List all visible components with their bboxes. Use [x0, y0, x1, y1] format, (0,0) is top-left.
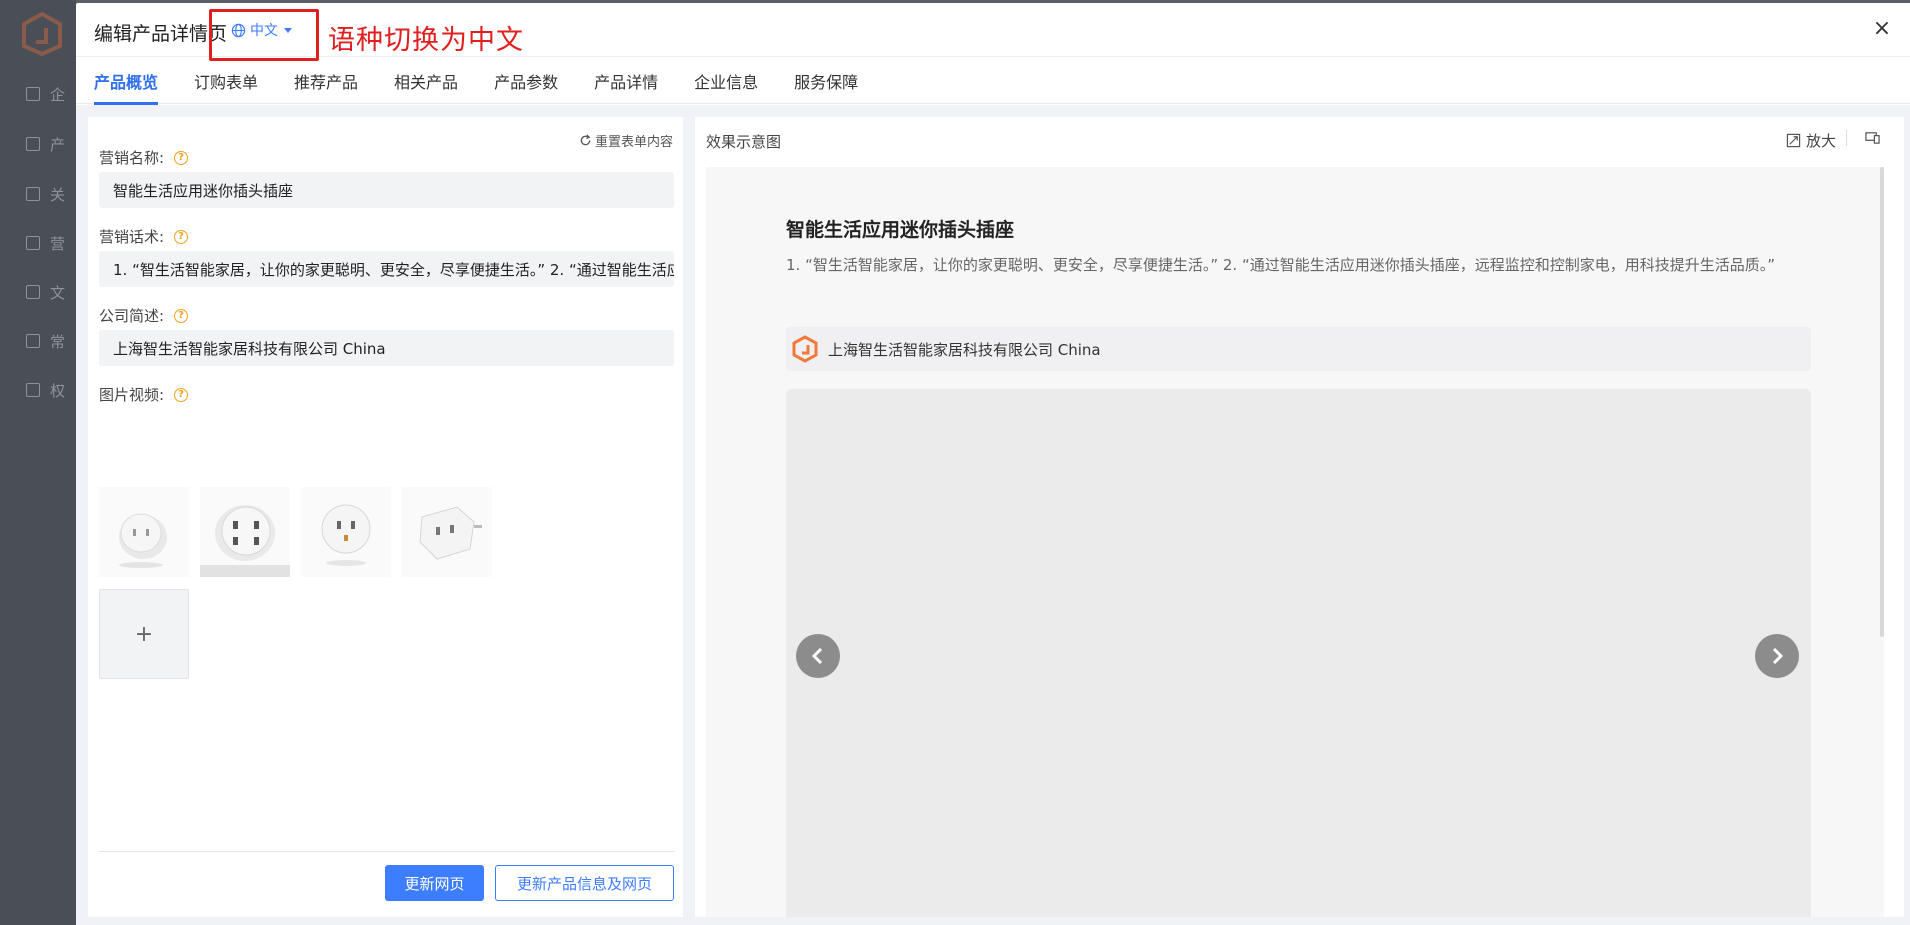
- product-image-thumbnail[interactable]: [301, 487, 391, 577]
- tab-product-details[interactable]: 产品详情: [576, 58, 676, 104]
- marketing-copy-input[interactable]: 1. “智生活智能家居，让你的家更聪明、更安全，尽享便捷生活。” 2. “通过智…: [99, 251, 674, 287]
- modal-title: 编辑产品详情页: [94, 23, 228, 45]
- preview-company-name: 上海智生活智能家居科技有限公司 China: [828, 340, 1101, 359]
- preview-panel: 效果示意图 放大 智能生活应用迷你插头插座 1. “智生活智能家居，让你的家更聪…: [695, 117, 1904, 917]
- divider: [1846, 130, 1847, 146]
- menu-icon: [26, 285, 40, 299]
- update-page-button[interactable]: 更新网页: [385, 865, 484, 901]
- scrollbar[interactable]: [1880, 167, 1884, 637]
- bg-menu-item: 企: [26, 84, 76, 104]
- company-logo-icon: [792, 335, 818, 363]
- bg-menu-item: 权: [26, 380, 76, 400]
- bg-menu-item: 产: [26, 134, 76, 154]
- plus-icon: +: [134, 621, 154, 647]
- gallery-prev-button[interactable]: [796, 634, 840, 678]
- divider: [99, 851, 674, 852]
- tab-order-form[interactable]: 订购表单: [176, 58, 276, 104]
- device-toggle-button[interactable]: [1865, 130, 1880, 149]
- menu-icon: [26, 383, 40, 397]
- annotation-highlight-box: [209, 9, 319, 61]
- plug-image-3: [321, 504, 371, 566]
- help-icon[interactable]: ?: [174, 150, 189, 165]
- preview-product-title: 智能生活应用迷你插头插座: [786, 219, 1015, 241]
- chevron-left-icon: [811, 647, 823, 665]
- plug-image-4: [419, 506, 482, 560]
- zoom-label: 放大: [1806, 132, 1837, 150]
- tab-product-overview[interactable]: 产品概览: [94, 58, 176, 105]
- marketing-copy-label: 营销话术: ?: [99, 226, 189, 247]
- bg-menu-item: 关: [26, 184, 76, 204]
- zoom-button[interactable]: 放大: [1786, 130, 1836, 151]
- tab-product-params[interactable]: 产品参数: [476, 58, 576, 104]
- bg-menu-item: 文: [26, 282, 76, 302]
- product-image-thumbnail[interactable]: [402, 487, 492, 577]
- modal-header: 编辑产品详情页 中文 语种切换为中文 ×: [76, 3, 1910, 61]
- menu-icon: [26, 334, 40, 348]
- menu-icon: [26, 137, 40, 151]
- menu-icon: [26, 187, 40, 201]
- update-product-and-page-button[interactable]: 更新产品信息及网页: [495, 865, 674, 901]
- company-summary-input[interactable]: 上海智生活智能家居科技有限公司 China: [99, 330, 674, 366]
- help-icon[interactable]: ?: [174, 229, 189, 244]
- help-icon[interactable]: ?: [174, 387, 189, 402]
- device-icon: [1865, 132, 1880, 144]
- tab-related-products[interactable]: 相关产品: [376, 58, 476, 104]
- tab-recommended-products[interactable]: 推荐产品: [276, 58, 376, 104]
- menu-icon: [26, 87, 40, 101]
- reset-form-button[interactable]: 重置表单内容: [579, 131, 673, 150]
- marketing-name-label: 营销名称: ?: [99, 147, 189, 168]
- plug-image-2: [200, 505, 290, 577]
- app-logo-icon: [22, 12, 62, 56]
- marketing-name-input[interactable]: 智能生活应用迷你插头插座: [99, 172, 674, 208]
- bg-menu-item: 常: [26, 331, 76, 351]
- gallery-next-button[interactable]: [1755, 634, 1799, 678]
- tab-bar: 产品概览 订购表单 推荐产品 相关产品 产品参数 产品详情 企业信息 服务保障: [76, 58, 1910, 105]
- plug-image-1: [119, 513, 167, 568]
- menu-icon: [26, 236, 40, 250]
- preview-image-gallery: [786, 389, 1811, 917]
- media-label: 图片视频: ?: [99, 384, 189, 405]
- preview-title: 效果示意图: [706, 133, 782, 151]
- chevron-right-icon: [1772, 647, 1784, 665]
- tab-service-guarantee[interactable]: 服务保障: [776, 58, 876, 104]
- expand-icon: [1786, 133, 1801, 148]
- company-summary-label: 公司简述: ?: [99, 305, 189, 326]
- background-sidebar: 企 产 关 营 文 常 权: [0, 0, 76, 925]
- preview-company-card: 上海智生活智能家居科技有限公司 China: [786, 327, 1811, 371]
- close-icon[interactable]: ×: [1872, 18, 1892, 40]
- modal-content: 重置表单内容 营销名称: ? 智能生活应用迷你插头插座 营销话术: ? 1. “…: [76, 105, 1910, 925]
- preview-product-description: 1. “智生活智能家居，让你的家更聪明、更安全，尽享便捷生活。” 2. “通过智…: [786, 256, 1776, 274]
- refresh-icon: [580, 134, 591, 146]
- annotation-text: 语种切换为中文: [328, 25, 524, 56]
- edit-product-modal: 编辑产品详情页 中文 语种切换为中文 × 产品概览 订购表单 推荐产品 相关产品…: [76, 3, 1910, 925]
- preview-canvas: 智能生活应用迷你插头插座 1. “智生活智能家居，让你的家更聪明、更安全，尽享便…: [706, 167, 1884, 917]
- product-image-thumbnail[interactable]: [200, 487, 290, 577]
- form-panel: 重置表单内容 营销名称: ? 智能生活应用迷你插头插座 营销话术: ? 1. “…: [88, 117, 683, 917]
- bg-menu-item: 营: [26, 233, 76, 253]
- reset-form-label: 重置表单内容: [594, 135, 673, 150]
- media-thumbnails: [99, 487, 492, 577]
- help-icon[interactable]: ?: [174, 308, 189, 323]
- product-image-thumbnail[interactable]: [99, 487, 189, 577]
- tab-company-info[interactable]: 企业信息: [676, 58, 776, 104]
- upload-media-button[interactable]: +: [99, 589, 189, 679]
